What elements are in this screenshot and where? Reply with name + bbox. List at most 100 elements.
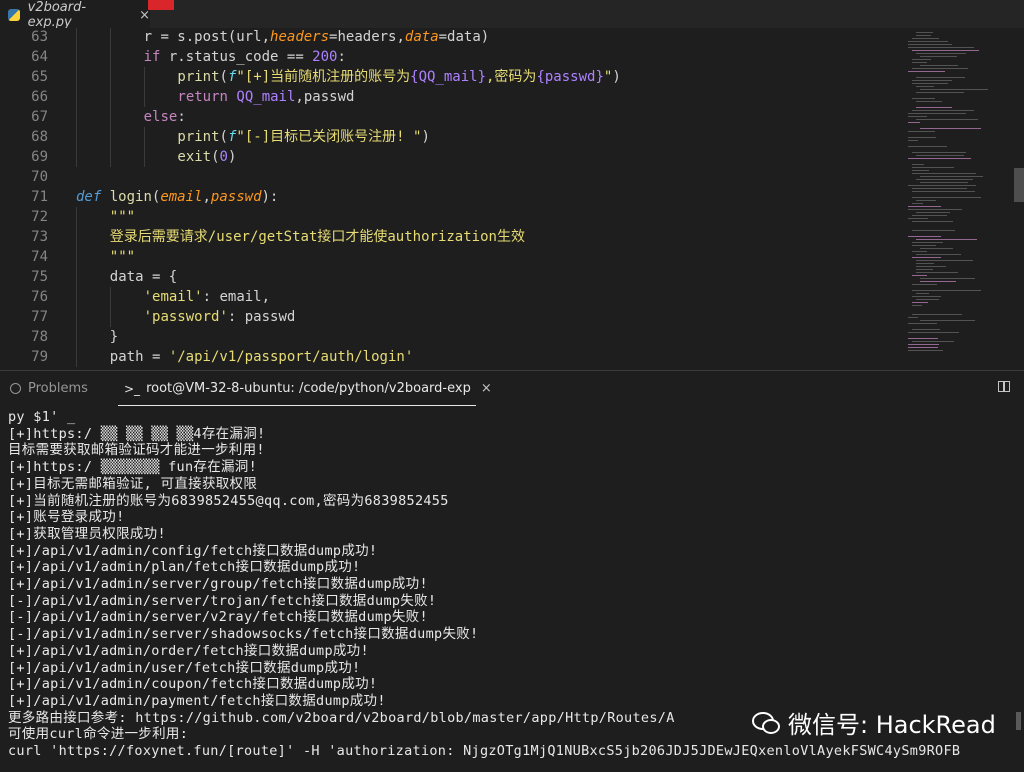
terminal-line: [+]当前随机注册的账号为6839852455@qq.com,密码为683985… (8, 492, 449, 509)
minimap-line (908, 323, 937, 324)
terminal-line: [+]/api/v1/admin/payment/fetch接口数据dump成功… (8, 692, 386, 709)
code-line: 70 (0, 167, 900, 187)
minimap-line (916, 107, 953, 108)
split-panel-icon[interactable] (998, 381, 1010, 392)
minimap-line (920, 89, 989, 90)
code-token: ,passwd (295, 89, 355, 105)
minimap-line (908, 158, 971, 159)
code-token: =headers, (329, 29, 405, 45)
indent-guide (76, 327, 77, 347)
minimap-line (908, 218, 928, 219)
minimap-line (920, 281, 957, 282)
indent-guide (109, 307, 111, 327)
tab-terminal[interactable]: >_ root@VM-32-8-ubuntu: /code/python/v2b… (124, 381, 492, 396)
indent-guide (143, 67, 145, 87)
minimap-line (912, 242, 943, 243)
indent-guide (76, 267, 77, 287)
problems-icon (10, 383, 21, 394)
line-number: 65 (31, 69, 48, 85)
minimap-line (916, 263, 934, 264)
minimap-line (908, 140, 919, 141)
minimap-line (908, 146, 947, 147)
code-text: } (110, 327, 118, 347)
code-line: 71 def login(email,passwd): (0, 187, 900, 207)
code-token: : (177, 109, 186, 125)
terminal-line: 目标需要获取邮箱验证码才能进一步利用! (8, 442, 265, 459)
minimap-line (912, 50, 980, 51)
minimap-line (912, 302, 928, 303)
minimap-line (912, 62, 927, 63)
indent-guide (143, 87, 145, 107)
code-line: 75 data = { (0, 267, 900, 287)
code-text: print(f"[+]当前随机注册的账号为{QQ_mail},密码为{passw… (177, 67, 620, 87)
minimap-line (916, 269, 934, 270)
minimap-line (912, 80, 952, 81)
minimap-line (912, 221, 953, 222)
terminal-line: [+]/api/v1/admin/coupon/fetch接口数据dump成功! (8, 676, 378, 693)
code-token: '/api/v1/passport/auth/login' (168, 349, 414, 365)
code-token: ) (227, 149, 237, 165)
line-number: 71 (31, 189, 48, 205)
code-text: 登录后需要请求/user/getStat接口才能使authorization生效 (110, 227, 525, 247)
code-token: 'password' (143, 309, 228, 325)
tab-v2board-exp[interactable]: v2board-exp.py × (0, 0, 150, 30)
code-token: data (404, 29, 439, 45)
code-token: ( (211, 149, 220, 165)
code-token: "[-]目标已关闭账号注册! " (236, 129, 422, 145)
minimap-line (908, 116, 928, 117)
minimap-line (908, 347, 938, 348)
code-token: ( (219, 129, 228, 145)
code-token: ( (219, 69, 228, 85)
minimap-line (912, 83, 949, 84)
terminal-line: [-]/api/v1/admin/server/trojan/fetch接口数据… (8, 592, 437, 609)
indent-guide (109, 67, 111, 87)
code-token: print (177, 69, 220, 85)
indent-guide (109, 47, 111, 67)
minimap-line (908, 185, 977, 186)
code-text: r = s.post(url,headers=headers,data=data… (144, 28, 490, 47)
indent-guide (76, 28, 77, 47)
minimap-line (916, 53, 967, 54)
panel-header: Problems >_ root@VM-32-8-ubuntu: /code/p… (0, 370, 1024, 407)
minimap-line (920, 176, 984, 177)
minimap-line (912, 284, 937, 285)
minimap-line (912, 110, 975, 111)
code-token: passwd (210, 189, 262, 205)
minimap-line (908, 332, 959, 333)
minimap-line (912, 341, 954, 342)
minimap-line (912, 170, 930, 171)
code-text: print(f"[-]目标已关闭账号注册! ") (177, 127, 429, 147)
minimap-line (916, 119, 979, 120)
code-token: headers (270, 29, 330, 45)
minimap-line (916, 272, 958, 273)
indent-guide (76, 287, 77, 307)
code-token: : email, (202, 289, 271, 305)
indent-guide (76, 127, 77, 147)
code-text: return QQ_mail,passwd (177, 87, 354, 107)
code-token: 'email' (143, 289, 203, 305)
terminal-scrollbar[interactable] (1016, 712, 1021, 730)
code-text: 'password': passwd (144, 307, 296, 327)
minimap-line (908, 317, 919, 318)
line-number: 74 (31, 249, 48, 265)
code-text: """ (110, 207, 135, 227)
minimap-line (916, 299, 939, 300)
code-token: {QQ_mail} (410, 69, 486, 85)
code-editor[interactable]: 63 r = s.post(url,headers=headers,data=da… (0, 28, 1024, 370)
indent-guide (76, 307, 77, 327)
code-text: def login(email,passwd): (76, 187, 278, 207)
terminal-line: [-]/api/v1/admin/server/v2ray/fetch接口数据d… (8, 609, 428, 626)
minimap-line (912, 329, 940, 330)
minimap[interactable] (908, 32, 1018, 370)
minimap-line (912, 98, 935, 99)
terminal-line: [+]/api/v1/admin/user/fetch接口数据dump成功! (8, 659, 361, 676)
terminal-icon: >_ (124, 381, 141, 396)
indent-guide (76, 227, 77, 247)
terminal-line: [+]https:/ ▒▒ ▒▒ ▒▒ ▒▒4存在漏洞! (8, 425, 266, 442)
code-line: 77 'password': passwd (0, 307, 900, 327)
indent-guide (76, 147, 77, 167)
editor-scrollbar[interactable] (1014, 168, 1024, 202)
tab-problems[interactable]: Problems (10, 381, 88, 396)
close-icon[interactable]: × (481, 381, 492, 396)
